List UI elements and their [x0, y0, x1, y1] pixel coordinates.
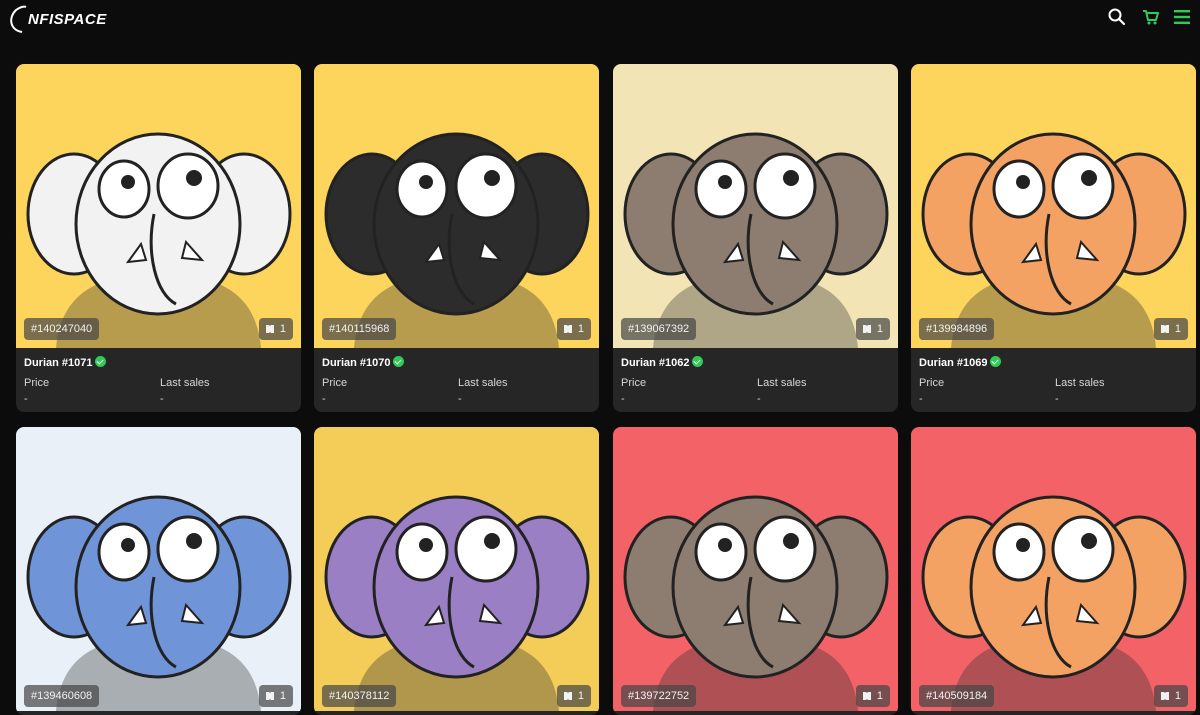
card-info: Durian #1062 Price Last sales - - [613, 348, 898, 412]
nft-card[interactable]: #139722752 1 [613, 427, 898, 715]
editions-count: 1 [577, 690, 584, 702]
editions-badge: 1 [1154, 685, 1188, 707]
book-icon [266, 325, 274, 333]
cart-icon[interactable] [1141, 7, 1161, 27]
nft-image[interactable] [314, 427, 599, 715]
verified-icon [393, 356, 405, 367]
token-id-badge: #140509184 [919, 685, 995, 707]
editions-badge: 1 [1154, 318, 1188, 340]
book-icon [564, 692, 572, 700]
last-sales-label: Last sales [757, 377, 807, 389]
card-info: Durian #1070 Price Last sales - - [314, 348, 599, 412]
nft-card[interactable]: #139067392 1 Durian #1062 Price Last sales - - [613, 64, 898, 412]
nft-image[interactable] [314, 64, 599, 348]
site-logo[interactable]: NFISPACE [8, 4, 107, 34]
price-value: - [322, 393, 326, 405]
book-icon [1161, 692, 1169, 700]
editions-badge: 1 [259, 318, 293, 340]
nft-name[interactable]: Durian #1071 [24, 356, 293, 370]
price-label: Price [919, 377, 945, 389]
editions-badge: 1 [557, 685, 591, 707]
last-sales-value: - [160, 393, 164, 405]
editions-count: 1 [876, 690, 883, 702]
verified-icon [990, 356, 1002, 367]
last-sales-value: - [458, 393, 462, 405]
nft-image[interactable] [613, 64, 898, 348]
token-id-badge: #140247040 [24, 318, 100, 340]
top-nav: NFISPACE [0, 0, 1200, 48]
nft-name-text: Durian #1070 [322, 357, 391, 369]
book-icon [863, 692, 871, 700]
book-icon [564, 325, 572, 333]
editions-badge: 1 [259, 685, 293, 707]
price-value: - [919, 393, 923, 405]
nft-name-text: Durian #1062 [621, 357, 690, 369]
nft-card[interactable]: #140115968 1 Durian #1070 Price Last sales - - [314, 64, 599, 412]
nft-image[interactable] [613, 427, 898, 715]
token-id-badge: #139722752 [621, 685, 697, 707]
price-label: Price [24, 377, 50, 389]
book-icon [1161, 325, 1169, 333]
nft-card[interactable]: #140247040 1 Durian #1071 Price Last sales - - [16, 64, 301, 412]
verified-icon [692, 356, 704, 367]
token-id-badge: #140115968 [322, 318, 397, 340]
nft-card[interactable]: #140509184 1 [911, 427, 1196, 715]
price-label: Price [322, 377, 348, 389]
editions-count: 1 [577, 323, 584, 335]
last-sales-label: Last sales [1055, 377, 1105, 389]
price-value: - [24, 393, 28, 405]
nft-card[interactable]: #140378112 1 [314, 427, 599, 715]
last-sales-value: - [757, 393, 761, 405]
search-icon[interactable] [1107, 7, 1127, 27]
last-sales-label: Last sales [458, 377, 508, 389]
token-id-badge: #139067392 [621, 318, 697, 340]
book-icon [863, 325, 871, 333]
last-sales-value: - [1055, 393, 1059, 405]
nft-card[interactable]: #139460608 1 [16, 427, 301, 715]
nft-name[interactable]: Durian #1070 [322, 356, 591, 370]
card-info: Durian #1071 Price Last sales - - [16, 348, 301, 412]
editions-badge: 1 [856, 685, 890, 707]
nft-name-text: Durian #1071 [24, 357, 93, 369]
nft-image[interactable] [16, 64, 301, 348]
token-id-badge: #139460608 [24, 685, 100, 707]
card-info: Durian #1069 Price Last sales - - [911, 348, 1196, 412]
verified-icon [95, 356, 107, 367]
editions-badge: 1 [856, 318, 890, 340]
logo-text: NFISPACE [28, 11, 107, 28]
nft-name-text: Durian #1069 [919, 357, 988, 369]
last-sales-label: Last sales [160, 377, 210, 389]
price-label: Price [621, 377, 647, 389]
editions-count: 1 [279, 690, 286, 702]
editions-badge: 1 [557, 318, 591, 340]
nft-image[interactable] [911, 64, 1196, 348]
nft-name[interactable]: Durian #1062 [621, 356, 890, 370]
nft-image[interactable] [911, 427, 1196, 715]
nft-name[interactable]: Durian #1069 [919, 356, 1188, 370]
nft-card[interactable]: #139984896 1 Durian #1069 Price Last sales - - [911, 64, 1196, 412]
book-icon [266, 692, 274, 700]
token-id-badge: #139984896 [919, 318, 995, 340]
token-id-badge: #140378112 [322, 685, 397, 707]
editions-count: 1 [279, 323, 286, 335]
menu-icon[interactable] [1172, 7, 1192, 27]
editions-count: 1 [1174, 323, 1181, 335]
editions-count: 1 [1174, 690, 1181, 702]
nft-image[interactable] [16, 427, 301, 715]
price-value: - [621, 393, 625, 405]
editions-count: 1 [876, 323, 883, 335]
